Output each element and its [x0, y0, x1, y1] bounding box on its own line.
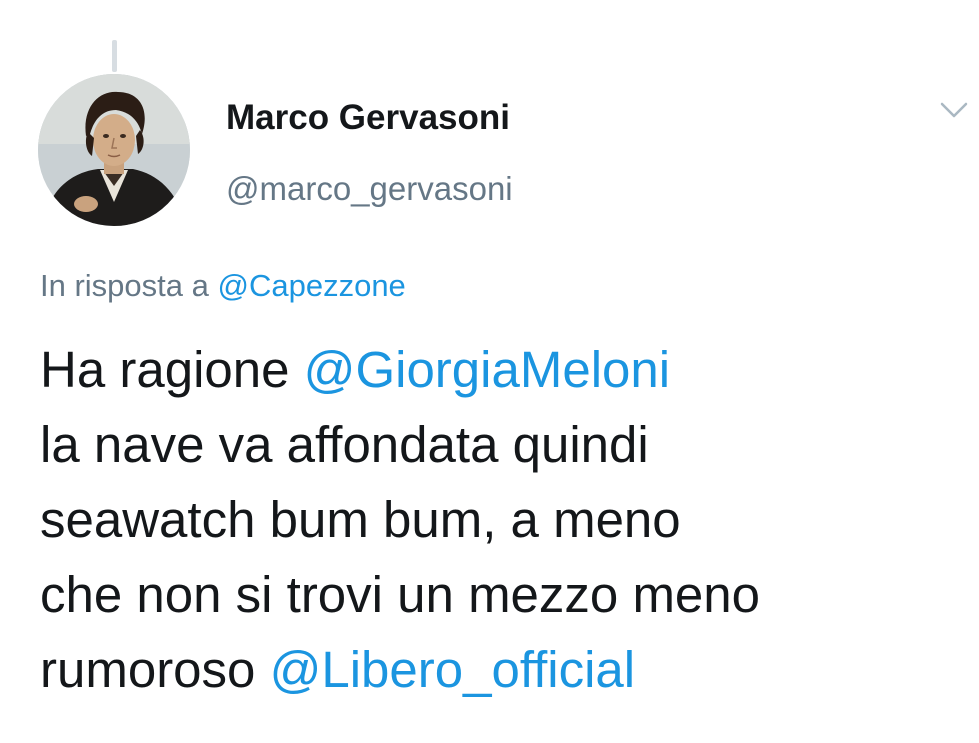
- reply-mention-link[interactable]: @Capezzone: [218, 268, 406, 303]
- tweet-line-2: la nave va affondata quindi: [40, 416, 649, 473]
- tweet-line-1-text: Ha ragione: [40, 341, 304, 398]
- mention-link-libero-official[interactable]: @Libero_official: [270, 641, 636, 698]
- tweet-text: Ha ragione @GiorgiaMeloni la nave va aff…: [40, 332, 960, 707]
- tweet-line-1: Ha ragione @GiorgiaMeloni: [40, 332, 960, 407]
- author-handle[interactable]: @marco_gervasoni: [226, 170, 513, 208]
- tweet-line-5-text: rumoroso: [40, 641, 270, 698]
- thread-connector-line: [112, 40, 117, 72]
- tweet: Marco Gervasoni @marco_gervasoni In risp…: [0, 0, 979, 743]
- portrait-avatar-image: [38, 74, 190, 226]
- avatar[interactable]: [38, 74, 190, 226]
- mention-link-giorgiameloni[interactable]: @GiorgiaMeloni: [304, 341, 670, 398]
- chevron-down-icon[interactable]: [936, 96, 972, 126]
- reply-prefix: In risposta a: [40, 268, 209, 303]
- tweet-line-5: rumoroso @Libero_official: [40, 632, 960, 707]
- tweet-line-3: seawatch bum bum, a meno: [40, 491, 681, 548]
- reply-context: In risposta a @Capezzone: [40, 268, 406, 304]
- tweet-line-4: che non si trovi un mezzo meno: [40, 566, 761, 623]
- author-display-name[interactable]: Marco Gervasoni: [226, 98, 510, 138]
